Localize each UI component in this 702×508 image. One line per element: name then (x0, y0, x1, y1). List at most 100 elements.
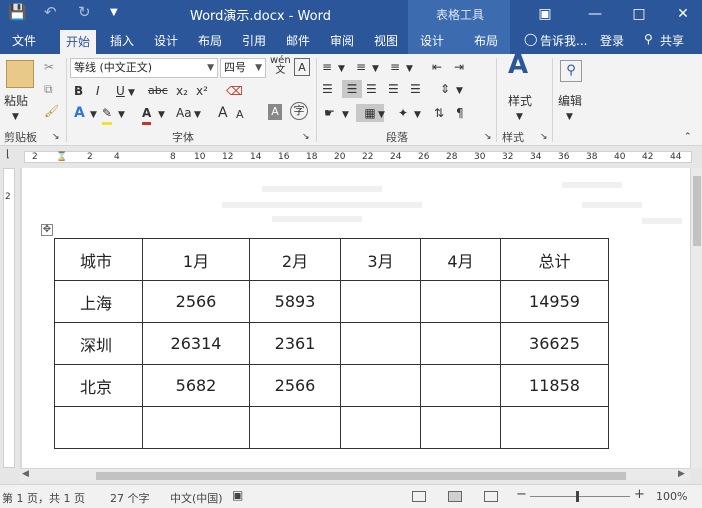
character-shading-icon[interactable]: A (268, 104, 282, 120)
table-move-handle[interactable]: ✥ (41, 224, 53, 236)
table-header-cell[interactable]: 4月 (420, 238, 501, 281)
format-painter-icon[interactable]: 🖌 (44, 102, 59, 120)
sort-icon[interactable]: ⇅ (434, 104, 444, 122)
table-cell[interactable] (340, 280, 421, 323)
table-header-cell[interactable]: 2月 (249, 238, 341, 281)
paste-dropdown-icon[interactable]: ▼ (12, 108, 19, 126)
justify-icon[interactable]: ☰ (388, 80, 399, 98)
table-cell[interactable]: 26314 (142, 322, 250, 365)
login-button[interactable]: 登录 (600, 32, 624, 49)
tab-design[interactable]: 设计 (154, 32, 178, 49)
table-header-cell[interactable]: 1月 (142, 238, 250, 281)
table-cell[interactable] (420, 364, 501, 407)
vertical-scrollbar[interactable] (690, 168, 702, 468)
read-mode-icon[interactable] (412, 491, 426, 502)
vertical-scroll-thumb[interactable] (693, 176, 701, 246)
tab-table-design[interactable]: 设计 (420, 32, 444, 49)
find-icon[interactable]: ⚲ (560, 60, 582, 82)
tab-selector-icon[interactable]: ⌊ (6, 149, 10, 160)
underline-button[interactable]: U (116, 82, 125, 100)
grow-font-button[interactable]: A (218, 104, 228, 122)
font-color-dropdown-icon[interactable]: ▼ (158, 106, 165, 124)
minimize-button[interactable]: — (580, 2, 610, 26)
table-cell[interactable]: 深圳 (54, 322, 143, 365)
zoom-out-icon[interactable]: − (516, 487, 527, 502)
table-cell[interactable]: 2361 (249, 322, 341, 365)
tab-layout[interactable]: 布局 (198, 32, 222, 49)
line-spacing-icon[interactable]: ⇕ (440, 80, 450, 98)
table-cell[interactable]: 14959 (500, 280, 609, 323)
chinese-layout-icon[interactable]: ✦ (398, 104, 408, 122)
table-cell[interactable] (340, 364, 421, 407)
tab-mailings[interactable]: 邮件 (286, 32, 310, 49)
horizontal-scrollbar[interactable]: ◀ ▶ (20, 468, 690, 482)
paste-clipboard-icon[interactable] (6, 60, 34, 88)
bullets-icon[interactable]: ≡ (322, 58, 332, 76)
scroll-right-icon[interactable]: ▶ (678, 469, 685, 479)
share-button[interactable]: 共享 (660, 32, 684, 49)
strikethrough-button[interactable]: abc (148, 82, 168, 100)
ribbon-display-icon[interactable]: ▣ (530, 2, 560, 26)
table-header-cell[interactable]: 总计 (500, 238, 609, 281)
table-cell[interactable]: 2566 (142, 280, 250, 323)
table-cell[interactable]: 上海 (54, 280, 143, 323)
bullets-dropdown-icon[interactable]: ▼ (338, 60, 345, 78)
numbering-icon[interactable]: ≡ (356, 58, 366, 76)
table-cell[interactable] (54, 406, 143, 449)
indent-marker-icon[interactable]: ⌛ (56, 152, 67, 162)
phonetic-guide-icon[interactable]: wén 文 (270, 56, 291, 76)
shading-dropdown-icon[interactable]: ▼ (342, 106, 349, 124)
tab-table-layout[interactable]: 布局 (474, 32, 498, 49)
shrink-font-button[interactable]: A (236, 106, 244, 124)
table-cell[interactable]: 2566 (249, 364, 341, 407)
cut-icon[interactable]: ✂ (44, 58, 54, 76)
table-cell[interactable] (420, 406, 501, 449)
horizontal-ruler[interactable]: ⌊ 2 ⌛ 2 4 8 10 12 14 16 18 20 22 24 26 2… (0, 146, 702, 168)
underline-dropdown-icon[interactable]: ▼ (128, 84, 135, 102)
document-page[interactable]: ✥ 城市 1月 2月 3月 4月 总计 上海 2566 5893 14959 深… (22, 168, 690, 468)
line-spacing-dropdown-icon[interactable]: ▼ (456, 82, 463, 100)
borders-dropdown-icon[interactable]: ▼ (378, 106, 385, 124)
shading-icon[interactable]: ☛ (324, 104, 335, 122)
table-cell[interactable] (340, 322, 421, 365)
font-name-combo[interactable]: 等线 (中文正文) ▼ (70, 58, 218, 78)
zoom-in-icon[interactable]: + (634, 487, 645, 502)
undo-icon[interactable]: ↶ (44, 3, 57, 21)
text-effects-dropdown-icon[interactable]: ▼ (90, 106, 97, 124)
numbering-dropdown-icon[interactable]: ▼ (372, 60, 379, 78)
highlight-dropdown-icon[interactable]: ▼ (118, 106, 125, 124)
font-name-dropdown-icon[interactable]: ▼ (207, 59, 214, 77)
editing-dropdown-icon[interactable]: ▼ (566, 108, 573, 126)
horizontal-scroll-thumb[interactable] (96, 472, 626, 480)
font-size-dropdown-icon[interactable]: ▼ (255, 59, 262, 77)
table-cell[interactable] (249, 406, 341, 449)
tab-references[interactable]: 引用 (242, 32, 266, 49)
tab-review[interactable]: 审阅 (330, 32, 354, 49)
maximize-button[interactable]: □ (624, 2, 654, 26)
vertical-ruler[interactable]: 2 (0, 168, 20, 468)
align-right-icon[interactable]: ☰ (366, 80, 377, 98)
tab-home[interactable]: 开始 (60, 30, 97, 54)
font-size-combo[interactable]: 四号 ▼ (220, 58, 266, 78)
table-cell[interactable]: 11858 (500, 364, 609, 407)
macro-recording-icon[interactable]: ▣ (232, 488, 243, 502)
word-count[interactable]: 27 个字 (110, 490, 150, 506)
print-layout-icon[interactable] (448, 491, 462, 502)
bold-button[interactable]: B (74, 82, 83, 100)
subscript-button[interactable]: x₂ (176, 82, 188, 100)
tab-view[interactable]: 视图 (374, 32, 398, 49)
close-button[interactable]: ✕ (668, 2, 698, 26)
copy-icon[interactable]: ⧉ (44, 80, 53, 98)
show-marks-icon[interactable]: ¶ (456, 104, 464, 122)
increase-indent-icon[interactable]: ⇥ (454, 58, 464, 76)
customize-qat-icon[interactable]: ▼ (110, 7, 118, 18)
chinese-layout-dropdown-icon[interactable]: ▼ (414, 106, 421, 124)
table-cell[interactable] (420, 280, 501, 323)
language-status[interactable]: 中文(中国) (170, 490, 223, 506)
table-cell[interactable] (420, 322, 501, 365)
redo-icon[interactable]: ↻ (78, 3, 91, 21)
align-left-icon[interactable]: ☰ (322, 80, 333, 98)
table-header-cell[interactable]: 城市 (54, 238, 143, 281)
font-color-icon[interactable]: A (142, 104, 152, 125)
web-layout-icon[interactable] (484, 491, 498, 502)
